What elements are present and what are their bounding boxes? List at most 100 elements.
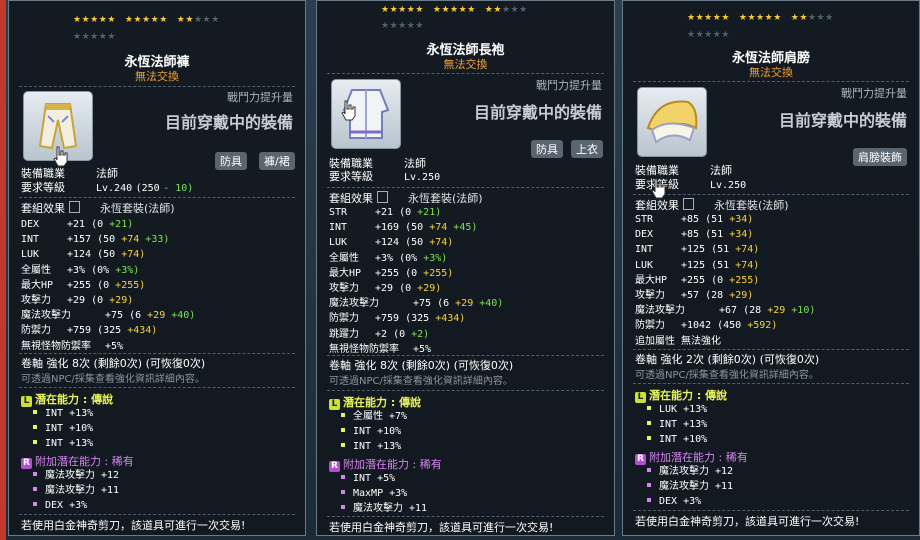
bullet-icon (341, 475, 345, 479)
stat-bonus: +29) (109, 295, 134, 307)
star-icon: ★ (458, 5, 468, 15)
job-row: 裝備職業 法師 (329, 157, 426, 170)
stat-row: 最大HP +255 (0 +255) (21, 278, 195, 293)
stat-row: 攻擊力 +29 (0 +29) (21, 293, 195, 308)
stat-name: LUK (329, 237, 348, 249)
rare-grade-icon: R (635, 454, 646, 465)
stat-total: +21 (67, 219, 92, 230)
potential-lines: 全屬性 +7% INT +10% INT +13% (341, 409, 407, 454)
stat-total: +759 (375, 313, 406, 325)
additional-potential-text: 魔法攻擊力 +12 (45, 470, 120, 481)
stat-row: 無視怪物防禦率 +5% (21, 339, 195, 354)
trade-status: 無法交換 (443, 58, 488, 71)
stat-row: 最大HP +255 (0 +255) (635, 273, 815, 288)
star-icon: ★ (799, 13, 808, 23)
stat-base: (0% (399, 252, 424, 264)
stat-base: (51 (705, 229, 730, 241)
stat-base: (51 (711, 259, 736, 271)
item-tooltip-robe: ★★★★★ ★★★★★ ★★★★★ ★★★★★ 永恆法師長袍 無法交換 戰鬥力提升量… (316, 0, 615, 536)
currently-equipped-label: 目前穿戴中的裝備 (164, 113, 293, 132)
stat-name: STR (635, 214, 654, 225)
hand-cursor-icon (651, 178, 666, 199)
stat-base: (325 (97, 325, 128, 337)
stat-flame: +21) (417, 207, 442, 218)
set-effect-row[interactable]: 套組效果 永恆套裝(法師) (635, 197, 789, 213)
set-info-icon[interactable] (683, 198, 694, 210)
additional-potential-header: R 附加潛在能力 : 稀有 (21, 453, 134, 469)
additional-potential-line: 魔法攻擊力 +11 (33, 483, 119, 498)
stat-total: +157 (67, 234, 98, 246)
stat-row: 全屬性 +3% (0% +3%) (329, 251, 503, 266)
stat-base: (0 (91, 295, 110, 307)
stat-row: 攻擊力 +57 (28 +29) (635, 288, 815, 303)
stat-bonus: +592) (747, 320, 778, 332)
set-info-icon[interactable] (377, 191, 388, 203)
stat-bonus: +434) (435, 313, 466, 325)
stat-total: +169 (375, 222, 406, 234)
stat-total: +255 (67, 279, 98, 291)
set-effect-row[interactable]: 套組效果 永恆套裝(法師) (21, 200, 175, 216)
stat-name: LUK (635, 259, 654, 271)
stat-flame: +45) (453, 222, 478, 234)
stat-row: 全屬性 +3% (0% +3%) (21, 263, 195, 278)
stat-base: (0 (97, 279, 116, 291)
stat-name: DEX (21, 219, 40, 230)
stat-row: 防禦力 +759 (325 +434) (21, 323, 195, 338)
bullet-icon (33, 440, 37, 444)
star-icon: ★ (90, 15, 99, 25)
bullet-icon (341, 490, 345, 494)
additional-potential-line: 魔法攻擊力 +11 (647, 479, 733, 494)
additional-potential-lines: 魔法攻擊力 +12 魔法攻擊力 +11 DEX +3% (647, 464, 733, 509)
stat-flame: +3%) (423, 252, 448, 264)
trade-status: 無法交換 (135, 70, 179, 83)
category-tag: 防具 (215, 152, 247, 170)
star-icon: ★ (510, 5, 520, 15)
additional-potential-text: DEX +3% (659, 496, 702, 507)
stat-name: 最大HP (329, 267, 362, 279)
star-icon: ★ (687, 30, 696, 40)
stat-base: (50 (405, 222, 430, 234)
stat-row: 攻擊力 +29 (0 +29) (329, 281, 503, 296)
star-icon: ★ (159, 15, 168, 25)
star-force-row-2: ★★★★★ (687, 30, 919, 40)
stat-total: +255 (681, 274, 712, 286)
stat-base: (28 (743, 305, 768, 317)
star-icon: ★ (381, 21, 390, 31)
stat-base: (0 (711, 274, 730, 286)
bullet-icon (341, 505, 345, 509)
stat-name: 防禦力 (635, 320, 665, 332)
stat-total: +57 (681, 290, 706, 302)
stat-total: +125 (681, 259, 712, 271)
star-icon: ★ (687, 13, 696, 23)
star-icon: ★ (107, 15, 116, 25)
star-icon: ★ (415, 5, 424, 15)
star-icon: ★ (73, 15, 82, 25)
stat-total: +29 (375, 283, 400, 295)
stat-row: 最大HP +255 (0 +255) (329, 266, 503, 281)
additional-potential-line: MaxMP +3% (341, 486, 427, 501)
stat-row: LUK +124 (50 +74) (21, 247, 195, 262)
star-icon: ★ (133, 15, 143, 25)
set-effect-row[interactable]: 套組效果 永恆套裝(法師) (329, 190, 483, 206)
stat-total: +75 (105, 310, 130, 322)
enhance-note: 可透過NPC/採集查看強化資訊詳細內容。 (21, 374, 205, 385)
additional-potential-line: DEX +3% (33, 498, 119, 513)
set-info-icon[interactable] (69, 201, 80, 213)
stat-row: DEX +85 (51 +34) (635, 227, 815, 242)
potential-text: 全屬性 +7% (353, 411, 408, 422)
star-icon: ★ (493, 5, 502, 15)
stat-bonus: +255) (423, 267, 454, 279)
stat-list: DEX +21 (0 +21) INT +157 (50 +74 +33) LUK +12… (21, 217, 195, 354)
additional-potential-text: INT +5% (353, 473, 396, 484)
star-icon: ★ (415, 21, 424, 31)
bullet-icon (341, 443, 345, 447)
combat-power-label: 戰鬥力提升量 (227, 91, 293, 104)
potential-lines: INT +13% INT +10% INT +13% (33, 406, 93, 451)
stat-row: STR +85 (51 +34) (635, 212, 815, 227)
legendary-grade-icon: L (635, 392, 646, 403)
stat-flame: +10) (791, 305, 816, 317)
star-force-row-2: ★★★★★ (381, 21, 614, 31)
potential-line: INT +10% (647, 432, 707, 447)
stat-base: (51 (705, 214, 730, 225)
star-icon: ★ (389, 21, 399, 31)
